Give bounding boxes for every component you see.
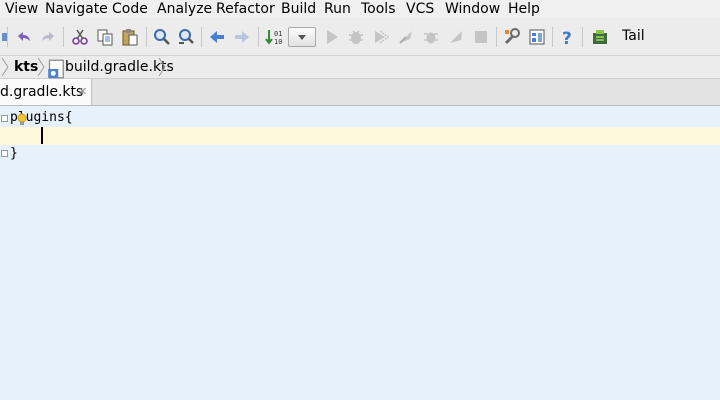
settings-icon[interactable] xyxy=(502,27,522,47)
toolbar-separator xyxy=(146,27,147,47)
menu-refactor[interactable]: Refactor xyxy=(216,0,275,18)
menu-bar: View Navigate Code Analyze Refactor Buil… xyxy=(0,0,720,18)
chevron-right-icon xyxy=(37,56,45,78)
stop-icon[interactable] xyxy=(471,27,491,47)
profile-icon[interactable] xyxy=(396,27,416,47)
chevron-right-icon xyxy=(1,56,9,78)
gradle-file-icon xyxy=(47,59,64,79)
tail-label[interactable]: Tail xyxy=(622,28,645,44)
menu-vcs[interactable]: VCS xyxy=(406,0,434,18)
forward-icon[interactable] xyxy=(232,27,252,47)
svg-text:?: ? xyxy=(562,29,572,47)
toolbar-separator xyxy=(496,27,497,47)
code-line-3[interactable]: } xyxy=(10,145,18,163)
svg-text:10: 10 xyxy=(274,38,282,46)
code-editor[interactable]: plugins{ } xyxy=(0,106,720,400)
menu-build[interactable]: Build xyxy=(281,0,316,18)
fold-marker-icon[interactable] xyxy=(1,150,8,157)
main-toolbar: 01 10 ? Tail xyxy=(0,18,720,56)
svg-text:01: 01 xyxy=(274,30,282,38)
project-structure-icon[interactable] xyxy=(527,27,547,47)
run-icon[interactable] xyxy=(322,27,342,47)
menu-navigate[interactable]: Navigate xyxy=(45,0,108,18)
redo-icon[interactable] xyxy=(38,27,58,47)
menu-analyze[interactable]: Analyze xyxy=(157,0,212,18)
menu-tools[interactable]: Tools xyxy=(361,0,396,18)
close-icon[interactable]: ✕ xyxy=(78,85,87,98)
cut-icon[interactable] xyxy=(70,27,90,47)
sdk-manager-icon[interactable] xyxy=(590,27,610,47)
tab-label: d.gradle.kts xyxy=(0,84,84,100)
toolbar-separator xyxy=(201,27,202,47)
tab-build-gradle-kts[interactable]: d.gradle.kts ✕ xyxy=(0,79,92,105)
toolbar-separator xyxy=(258,27,259,47)
menu-help[interactable]: Help xyxy=(508,0,540,18)
make-project-icon[interactable]: 01 10 xyxy=(264,27,284,47)
copy-icon[interactable] xyxy=(95,27,115,47)
menu-view[interactable]: View xyxy=(5,0,38,18)
editor-tab-bar: d.gradle.kts ✕ xyxy=(0,79,720,106)
fold-marker-icon[interactable] xyxy=(1,115,8,122)
menu-code[interactable]: Code xyxy=(112,0,148,18)
lightbulb-icon[interactable] xyxy=(17,112,27,126)
chevron-right-icon xyxy=(158,56,166,78)
replace-icon[interactable] xyxy=(176,27,196,47)
partial-toolbar-icon[interactable] xyxy=(0,27,10,47)
deploy-icon[interactable] xyxy=(446,27,466,47)
toolbar-separator xyxy=(582,27,583,47)
toolbar-separator xyxy=(63,27,64,47)
code-line-2[interactable] xyxy=(10,127,41,145)
chevron-down-icon xyxy=(298,35,306,40)
find-icon[interactable] xyxy=(152,27,172,47)
attach-icon[interactable] xyxy=(421,27,441,47)
coverage-icon[interactable] xyxy=(371,27,391,47)
toolbar-separator xyxy=(552,27,553,47)
breadcrumb: kts build.gradle.kts xyxy=(0,56,720,79)
current-line-highlight xyxy=(0,127,720,145)
toolbar-separator xyxy=(7,27,8,47)
back-icon[interactable] xyxy=(207,27,227,47)
menu-window[interactable]: Window xyxy=(445,0,500,18)
paste-icon[interactable] xyxy=(120,27,140,47)
undo-icon[interactable] xyxy=(14,27,34,47)
debug-icon[interactable] xyxy=(346,27,366,47)
help-icon[interactable]: ? xyxy=(558,27,578,47)
menu-run[interactable]: Run xyxy=(324,0,351,18)
run-configuration-dropdown[interactable] xyxy=(288,27,316,47)
breadcrumb-item-folder[interactable]: kts xyxy=(14,56,38,78)
text-caret xyxy=(41,127,43,144)
